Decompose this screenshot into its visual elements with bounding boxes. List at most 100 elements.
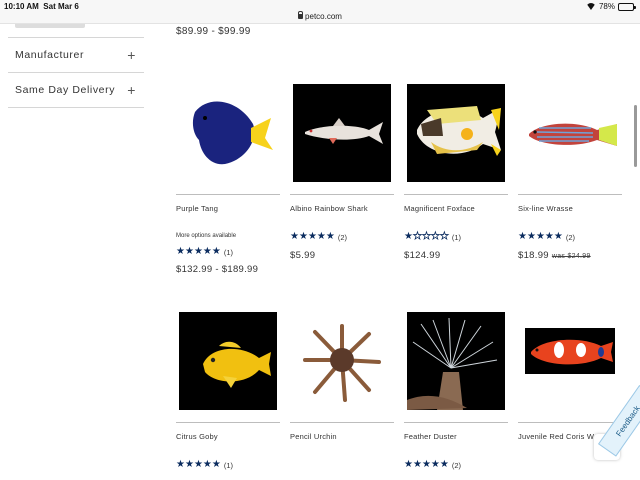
product-price: $132.99 - $189.99: [176, 264, 258, 275]
star-icon: ★: [298, 231, 308, 242]
star-icon: ★: [535, 231, 545, 242]
price-value: $132.99 - $189.99: [176, 264, 259, 275]
battery-icon: [618, 2, 636, 11]
star-icon: ★: [553, 231, 563, 242]
wifi-icon: [586, 3, 596, 10]
plus-icon[interactable]: +: [127, 48, 136, 62]
filter-partial-stub: [15, 24, 85, 28]
star-icon: ★: [412, 231, 423, 242]
filter-label: Same Day Delivery: [15, 84, 116, 96]
product-card-citrus-goby[interactable]: Citrus Goby ★ ★ ★ ★ ★ (1): [176, 312, 280, 480]
fish-image: [203, 341, 271, 388]
rating: ★ ★ ★ ★ ★ (2): [404, 460, 461, 470]
product-image[interactable]: [293, 84, 391, 182]
review-count[interactable]: (2): [566, 233, 575, 242]
filter-sidebar: Manufacturer + Same Day Delivery +: [8, 24, 144, 108]
product-image[interactable]: [293, 312, 391, 410]
card-divider: [176, 194, 280, 195]
product-card-six-line-wrasse[interactable]: Six-line Wrasse ★ ★ ★ ★ ★ (2) $18.99 was $24.9…: [518, 84, 622, 284]
review-count[interactable]: (1): [224, 248, 233, 257]
plus-icon[interactable]: +: [127, 83, 136, 97]
product-name[interactable]: Albino Rainbow Shark: [290, 204, 368, 213]
star-icon: ★: [184, 246, 194, 257]
star-icon: ★: [518, 231, 527, 242]
page-scrollbar[interactable]: [634, 105, 637, 167]
star-icon: ★: [193, 459, 203, 470]
feather-duster-image: [407, 317, 498, 410]
review-count[interactable]: (1): [224, 461, 233, 470]
card-divider: [404, 422, 508, 423]
product-name[interactable]: Feather Duster: [404, 432, 457, 441]
product-image[interactable]: [407, 312, 505, 410]
fish-image: [192, 101, 273, 165]
star-icon: ★: [421, 231, 432, 242]
rating: ★ ★ ★ ★ ★ (1): [176, 247, 233, 257]
card-divider: [518, 422, 622, 423]
rating: ★ ★ ★ ★ ★ (2): [290, 232, 347, 242]
card-divider: [404, 194, 508, 195]
star-icon: ★: [421, 459, 431, 470]
product-price: $124.99: [404, 250, 440, 261]
product-card-albino-rainbow-shark[interactable]: Albino Rainbow Shark ★ ★ ★ ★ ★ (2) $5.99: [290, 84, 394, 284]
star-icon: ★: [211, 459, 221, 470]
card-divider: [518, 194, 622, 195]
product-card-magnificent-foxface[interactable]: Magnificent Foxface ★ ★ ★ ★ ★ (1) $124.99: [404, 84, 508, 284]
fish-image: [525, 328, 615, 374]
product-image[interactable]: [179, 84, 277, 182]
star-icon: ★: [176, 246, 185, 257]
product-price: $18.99 was $24.99: [518, 250, 591, 261]
star-icon: ★: [544, 231, 554, 242]
card-divider: [290, 194, 394, 195]
fish-image: [417, 106, 501, 156]
time: 10:10 AM: [4, 2, 39, 11]
product-name[interactable]: Magnificent Foxface: [404, 204, 475, 213]
star-icon: ★: [439, 231, 449, 242]
product-image[interactable]: [521, 84, 619, 182]
star-icon: ★: [404, 459, 413, 470]
star-icon: ★: [193, 246, 203, 257]
address-bar[interactable]: petco.com: [0, 11, 640, 21]
star-icon: ★: [430, 231, 441, 242]
rating: ★ ★ ★ ★ ★ (1): [404, 231, 461, 242]
was-price: was $24.99: [551, 253, 591, 260]
more-options: More options available: [176, 233, 237, 239]
filter-label: Manufacturer: [15, 49, 85, 61]
card-divider: [290, 422, 394, 423]
star-icon: ★: [202, 459, 212, 470]
product-card-purple-tang[interactable]: Purple Tang More options available ★ ★ ★ ★ ★…: [176, 84, 280, 284]
review-count[interactable]: (1): [452, 233, 461, 242]
star-icon: ★: [439, 459, 449, 470]
product-card-pencil-urchin[interactable]: Pencil Urchin: [290, 312, 394, 480]
card-divider: [176, 422, 280, 423]
star-icon: ★: [404, 231, 413, 242]
product-card-feather-duster[interactable]: Feather Duster ★ ★ ★ ★ ★ (2): [404, 312, 508, 480]
product-name[interactable]: Purple Tang: [176, 204, 218, 213]
price-value: $124.99: [404, 250, 441, 261]
star-icon: ★: [526, 231, 536, 242]
rating: ★ ★ ★ ★ ★ (1): [176, 460, 233, 470]
star-icon: ★: [184, 459, 194, 470]
rating: ★ ★ ★ ★ ★ (2): [518, 232, 575, 242]
star-icon: ★: [430, 459, 440, 470]
lock-icon: [298, 11, 304, 19]
product-name[interactable]: Six-line Wrasse: [518, 204, 573, 213]
product-name[interactable]: Juvenile Red Coris W: [518, 432, 594, 441]
star-icon: ★: [211, 246, 221, 257]
product-image[interactable]: [407, 84, 505, 182]
review-count[interactable]: (2): [452, 461, 461, 470]
star-icon: ★: [307, 231, 317, 242]
star-icon: ★: [316, 231, 326, 242]
review-count[interactable]: (2): [338, 233, 347, 242]
urchin-image: [303, 324, 381, 402]
date: Sat Mar 6: [43, 2, 79, 11]
star-icon: ★: [202, 246, 212, 257]
fish-image: [529, 123, 617, 146]
filter-manufacturer[interactable]: Manufacturer +: [8, 38, 144, 73]
product-name[interactable]: Citrus Goby: [176, 432, 218, 441]
product-image[interactable]: [179, 312, 277, 410]
product-price: $89.99 - $99.99: [176, 26, 251, 37]
price-value: $18.99: [518, 250, 549, 261]
filter-same-day-delivery[interactable]: Same Day Delivery +: [8, 73, 144, 108]
product-image[interactable]: [521, 312, 619, 410]
product-name[interactable]: Pencil Urchin: [290, 432, 337, 441]
